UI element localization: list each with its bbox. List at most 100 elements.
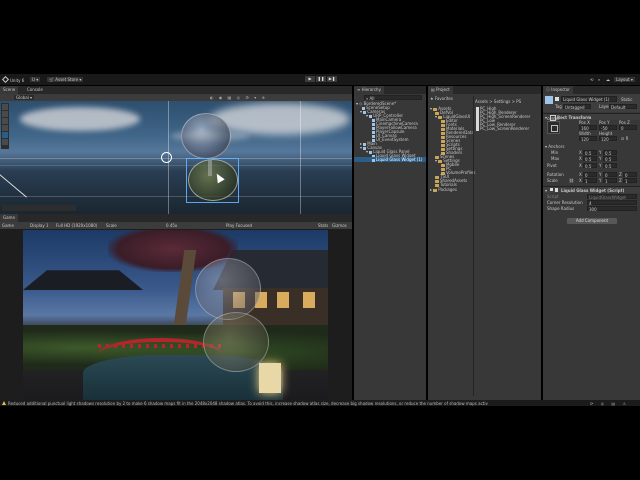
rotation-x-field[interactable]: 0	[583, 172, 597, 178]
anchor-preset-button[interactable]	[547, 121, 560, 134]
canvas-border	[300, 101, 301, 214]
tab-inspector[interactable]: ⓘ Inspector	[543, 86, 573, 94]
game-render[interactable]	[23, 230, 328, 400]
pivot-handle[interactable]	[161, 152, 172, 163]
add-component-button[interactable]: Add Component	[567, 218, 617, 224]
scale-y-field[interactable]: 1	[603, 178, 617, 184]
tab-game[interactable]: Game	[0, 214, 18, 222]
scale-tool-icon[interactable]	[2, 125, 8, 131]
glass-widget-game-top[interactable]	[195, 258, 261, 320]
asset-store-button[interactable]: 🛒 Asset Store ▾	[47, 77, 84, 82]
active-checkbox[interactable]	[555, 97, 559, 101]
inspector-tabbar: ⓘ Inspector	[543, 86, 640, 94]
asset-icon	[476, 127, 479, 131]
pivot-label: Pivot	[547, 163, 557, 168]
history-icon[interactable]: ⟲	[590, 77, 593, 82]
hand-tool-icon[interactable]	[2, 104, 8, 110]
play-button[interactable]: ▶	[305, 76, 315, 82]
tag-dropdown[interactable]: Untagged	[563, 104, 591, 110]
rect-gizmo[interactable]	[186, 158, 239, 203]
account-button[interactable]: U ▾	[30, 77, 41, 82]
tab-project[interactable]: ▤ Project	[428, 86, 453, 94]
rotation-z-field[interactable]: 0	[623, 172, 637, 178]
scale-link-icon[interactable]: ⛓	[569, 178, 574, 183]
anchors-label[interactable]: ▾ Anchors	[545, 144, 564, 149]
component-enable-checkbox[interactable]	[550, 188, 553, 191]
unity-icon	[1, 75, 10, 84]
rotation-y-field[interactable]: 0	[603, 172, 617, 178]
gizmos-button[interactable]: Gizmos	[332, 223, 347, 228]
rotate-tool-icon[interactable]	[2, 118, 8, 124]
layout-dropdown[interactable]: Layout ▾	[614, 77, 635, 82]
pause-button[interactable]: ❚❚	[316, 76, 326, 82]
pos-z-field[interactable]: 0	[619, 125, 637, 131]
tab-console[interactable]: Console	[24, 86, 46, 94]
step-icon: ▶❚	[328, 76, 336, 81]
favorites-header[interactable]: ★ Favorites	[428, 96, 472, 101]
search-icon[interactable]: ⌕	[598, 77, 600, 82]
lit-window	[303, 292, 315, 308]
scale-value[interactable]: 0.45x	[166, 223, 177, 228]
max-y-field[interactable]: 0.5	[603, 156, 617, 162]
menubar: Unity 6 U ▾ 🛒 Asset Store ▾ ▶ ❚❚ ▶❚ ⟲ ⌕ …	[0, 74, 640, 85]
scale-z-field[interactable]: 1	[623, 178, 637, 184]
project-breadcrumb[interactable]: Assets > Settings > PS	[475, 99, 521, 104]
max-y-label: Y	[599, 156, 602, 161]
overlay-toolbar[interactable]	[2, 205, 76, 211]
move-handle-icon[interactable]	[208, 160, 212, 176]
project-folder[interactable]: ▸ Packages	[428, 187, 472, 192]
hierarchy-search-input[interactable]: ⌕ All	[364, 95, 422, 101]
star-icon: ★	[430, 96, 434, 101]
status-icons[interactable]: ⟳ ◎ ▤ ⚠	[590, 401, 629, 406]
display-dropdown[interactable]: Display 1	[30, 223, 49, 228]
resolution-dropdown[interactable]: Full HD (1920x1080)	[56, 223, 97, 228]
transform-tool-icon[interactable]	[2, 139, 8, 145]
unity-logo[interactable]: Unity 6	[1, 75, 24, 84]
cloud-icon[interactable]: ☁	[606, 77, 610, 82]
pos-x-field[interactable]: 160	[579, 125, 597, 131]
pivot-x-field[interactable]: 0.5	[583, 163, 597, 169]
play-icon: ▶	[308, 76, 312, 81]
glass-widget-game-bottom[interactable]	[203, 312, 269, 372]
project-file[interactable]: PC_Low_ScreenRenderer	[476, 126, 540, 131]
layer-dropdown[interactable]: Default	[609, 104, 637, 110]
pivot-y-field[interactable]: 0.5	[603, 163, 617, 169]
hierarchy-tabbar: ≡ Hierarchy	[354, 86, 426, 94]
gizmo-toolbar-icons[interactable]: ◐ ◉ ▦ ◎ ⚙ ▾ ⊕	[210, 95, 267, 100]
max-label: Max	[551, 156, 560, 161]
scale-x-field[interactable]: 1	[583, 178, 597, 184]
height-field[interactable]: 120	[599, 136, 617, 142]
widget-script-header[interactable]: ▾ Liquid Glass Widget (Script)	[543, 186, 640, 193]
play-focused-dropdown[interactable]: Play Focused	[226, 223, 252, 228]
object-name-field[interactable]: Liquid Glass Widget (1)	[561, 96, 617, 102]
project-divider[interactable]	[473, 96, 474, 396]
pivot-y-label: Y	[599, 163, 602, 168]
hierarchy-panel: ≡ Hierarchy ⌕ All ▾ ◇ BorderedScene* Sce…	[354, 86, 426, 400]
min-y-label: Y	[599, 150, 602, 155]
tab-hierarchy[interactable]: ≡ Hierarchy	[354, 86, 384, 94]
corner-resolution-field[interactable]: 4	[587, 200, 637, 206]
hierarchy-item-selected[interactable]: Liquid Glass Widget (1)	[354, 157, 426, 162]
step-button[interactable]: ▶❚	[327, 76, 337, 82]
tab-scene[interactable]: Scene	[0, 86, 19, 94]
play-controls: ▶ ❚❚ ▶❚	[305, 76, 339, 82]
game-mode-dropdown[interactable]: Game	[2, 223, 14, 228]
shape-radius-field[interactable]: 300	[587, 206, 637, 212]
max-x-field[interactable]: 0.5	[583, 156, 597, 162]
scene-viewport[interactable]	[0, 101, 352, 214]
rect-tool-icon[interactable]	[2, 132, 8, 138]
glass-widget-top[interactable]	[181, 113, 231, 159]
scale-y-label: Y	[599, 178, 602, 183]
static-toggle[interactable]: Static	[621, 97, 632, 102]
global-dropdown[interactable]: Global ▾	[14, 95, 35, 100]
move-tool-icon[interactable]	[2, 111, 8, 117]
pos-y-field[interactable]: -50	[599, 125, 617, 131]
game-view-panel: Game Game Display 1 Full HD (1920x1080) …	[0, 214, 352, 400]
min-y-field[interactable]: 0.5	[603, 150, 617, 156]
project-tree: ★ Favorites ▾ Assets DefVol ▾ LiquidGlas…	[428, 96, 475, 396]
blueprint-button[interactable]: ⊡ R	[621, 136, 628, 141]
stats-button[interactable]: Stats	[318, 223, 328, 228]
min-x-field[interactable]: 0.5	[583, 150, 597, 156]
status-message[interactable]: Reduced additional punctual light shadow…	[8, 401, 488, 406]
width-field[interactable]: 120	[579, 136, 597, 142]
